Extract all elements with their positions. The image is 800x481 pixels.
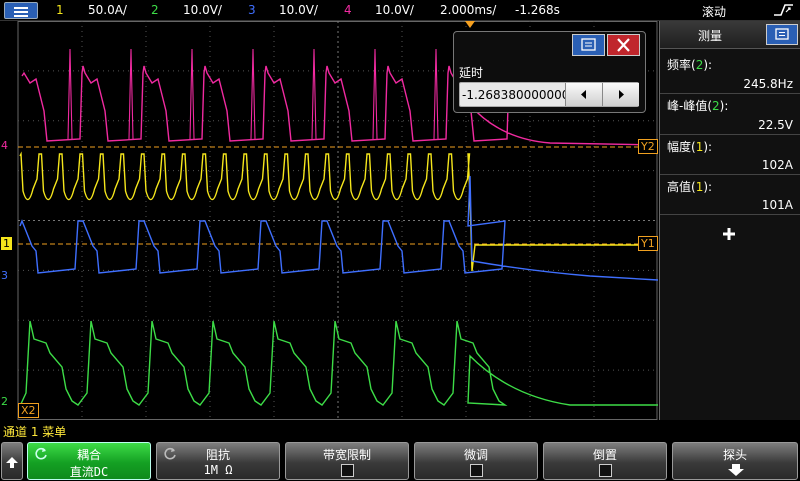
divider xyxy=(660,93,800,94)
fine-adjust-checkbox[interactable] xyxy=(470,464,483,477)
ch4-spike xyxy=(128,48,134,140)
horizontal-delay[interactable]: -1.268s xyxy=(515,3,560,17)
bandwidth-limit-checkbox[interactable] xyxy=(341,464,354,477)
impedance-softkey[interactable]: 阻抗 1M Ω xyxy=(156,442,280,480)
measurement-value: 102A xyxy=(761,158,793,172)
ch1-marker[interactable]: 1 xyxy=(1,237,12,250)
delay-input[interactable]: -1.268380000000s xyxy=(459,82,639,107)
delay-dialog: 延时 -1.268380000000s xyxy=(453,31,646,113)
delay-increase-button[interactable] xyxy=(602,83,639,106)
invert-checkbox[interactable] xyxy=(599,464,612,477)
measurement-value: 245.8Hz xyxy=(743,77,793,91)
ch4-scale[interactable]: 10.0V/ xyxy=(375,3,414,17)
ch4-spike xyxy=(311,48,317,140)
ch2-trace xyxy=(19,320,658,407)
softkey-menu-title: 通道 1 菜单 xyxy=(0,421,800,439)
arrow-left-icon xyxy=(566,90,602,110)
ch2-scale[interactable]: 10.0V/ xyxy=(183,3,222,17)
impedance-label: 阻抗 xyxy=(205,448,230,462)
ch1-number: 1 xyxy=(56,3,64,17)
dialog-close-button[interactable] xyxy=(607,34,640,56)
divider xyxy=(660,174,800,175)
coupling-label: 耦合 xyxy=(76,448,101,462)
ch3-trace xyxy=(19,175,658,281)
cursor-x2-tag[interactable]: X2 xyxy=(18,403,39,418)
ch2-marker[interactable]: 2 xyxy=(1,395,8,408)
measurement-menu-button[interactable] xyxy=(766,24,798,45)
measurement-value: 101A xyxy=(761,198,793,212)
invert-label: 倒置 xyxy=(592,448,617,462)
timebase-scale[interactable]: 2.000ms/ xyxy=(440,3,496,17)
delay-decrease-button[interactable] xyxy=(565,83,602,106)
cursor-y1-tag[interactable]: Y1 xyxy=(638,236,658,251)
close-icon xyxy=(608,38,639,59)
fine-adjust-softkey[interactable]: 微调 xyxy=(414,442,538,480)
menu-icon xyxy=(573,38,604,59)
trigger-position-icon xyxy=(465,21,475,29)
coupling-value: 直流DC xyxy=(69,465,109,479)
probe-label: 探头 xyxy=(722,448,747,462)
coupling-softkey[interactable]: 耦合 直流DC xyxy=(27,442,151,480)
ch4-number: 4 xyxy=(344,3,352,17)
bandwidth-limit-label: 带宽限制 xyxy=(322,448,371,462)
divider xyxy=(660,134,800,135)
measurement-name: 高值(1): xyxy=(667,180,713,194)
fine-adjust-label: 微调 xyxy=(463,448,488,462)
measurement-panel: 测量 频率(2): 245.8Hz 峰-峰值(2): 22.5V 幅度(1): … xyxy=(659,21,800,420)
measurement-value: 22.5V xyxy=(758,118,793,132)
menu-title-text: 通道 1 菜单 xyxy=(3,425,67,439)
status-bar: 1 50.0A/ 2 10.0V/ 3 10.0V/ 4 10.0V/ 2.00… xyxy=(0,0,800,21)
delay-label: 延时 xyxy=(459,66,484,80)
main-menu-button[interactable] xyxy=(4,2,38,19)
ch3-marker[interactable]: 3 xyxy=(1,269,8,282)
plus-icon xyxy=(720,228,738,247)
ch4-spike xyxy=(372,48,378,140)
ch3-number: 3 xyxy=(248,3,256,17)
ch4-spike xyxy=(189,48,195,140)
measurement-name: 幅度(1): xyxy=(667,140,713,154)
invert-softkey[interactable]: 倒置 xyxy=(543,442,667,480)
probe-softkey[interactable]: 探头 xyxy=(672,442,798,480)
ch1-scale[interactable]: 50.0A/ xyxy=(88,3,127,17)
impedance-value: 1M Ω xyxy=(203,463,233,477)
bandwidth-limit-softkey[interactable]: 带宽限制 xyxy=(285,442,409,480)
measurement-name: 峰-峰值(2): xyxy=(667,99,729,113)
acquisition-mode: 滚动 xyxy=(702,5,727,19)
trigger-slope-icon xyxy=(772,2,796,18)
delay-value: -1.268380000000s xyxy=(462,88,576,102)
add-measurement-button[interactable] xyxy=(720,225,738,243)
menu-icon xyxy=(767,28,797,48)
arrow-up-icon xyxy=(5,455,19,472)
dialog-menu-button[interactable] xyxy=(572,34,605,56)
ch4-spike xyxy=(250,48,256,140)
ch4-spike xyxy=(433,48,439,140)
back-button[interactable] xyxy=(1,442,23,480)
divider xyxy=(660,214,800,215)
arrow-right-icon xyxy=(603,90,639,110)
softkey-bar: 耦合 直流DC 阻抗 1M Ω 带宽限制 微调 倒置 探头 xyxy=(0,440,800,481)
ch4-marker[interactable]: 4 xyxy=(1,139,8,152)
ch1-trace xyxy=(19,151,658,272)
ch4-spike xyxy=(67,48,73,140)
measurement-name: 频率(2): xyxy=(667,58,713,72)
measurement-header: 测量 xyxy=(660,21,800,49)
measurement-title: 测量 xyxy=(698,29,723,43)
cursor-y2-tag[interactable]: Y2 xyxy=(638,139,658,154)
ch2-number: 2 xyxy=(151,3,159,17)
arrow-down-icon xyxy=(727,463,745,480)
ch3-scale[interactable]: 10.0V/ xyxy=(279,3,318,17)
